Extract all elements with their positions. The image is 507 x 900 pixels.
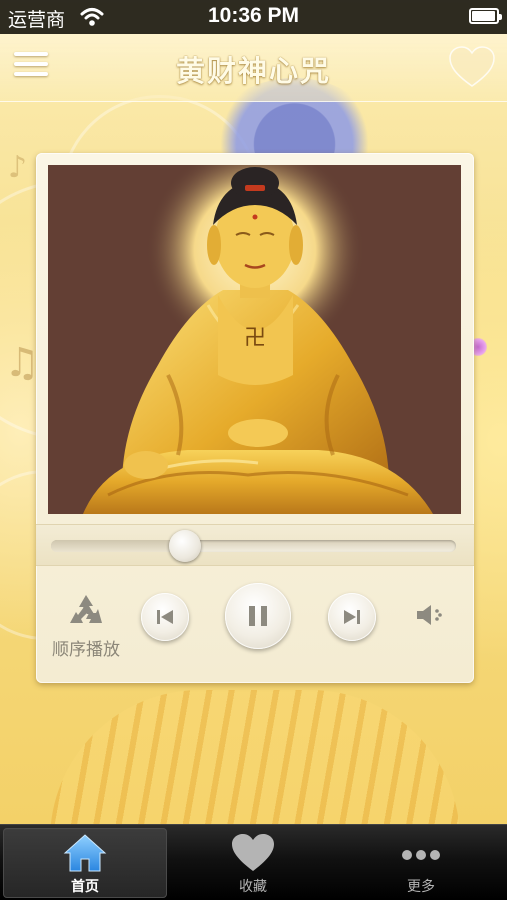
- heart-icon: [232, 834, 274, 871]
- battery-level: [472, 11, 495, 21]
- menu-icon-bar: [14, 52, 48, 56]
- navigation-bar: 黄财神心咒: [0, 34, 507, 102]
- tab-home[interactable]: 首页: [3, 828, 167, 898]
- tab-favorites[interactable]: 收藏: [171, 828, 335, 898]
- favorite-heart-button[interactable]: [447, 44, 497, 90]
- page-title: 黄财神心咒: [175, 54, 331, 88]
- battery-icon: [469, 8, 502, 24]
- background-robe: [50, 690, 460, 824]
- play-mode-button[interactable]: 顺序播放: [46, 593, 126, 663]
- pause-button[interactable]: [225, 583, 291, 649]
- speaker-icon[interactable]: [414, 601, 446, 629]
- progress-track[interactable]: [51, 530, 456, 562]
- progress-fill: [51, 540, 185, 552]
- progress-bar-area: [36, 524, 474, 566]
- tab-label: 更多: [407, 879, 435, 895]
- status-bar: 运营商 10:36 PM: [0, 0, 507, 34]
- recycle-icon: [70, 595, 102, 623]
- status-time: 10:36 PM: [207, 4, 300, 27]
- heart-icon: [449, 46, 495, 87]
- buddha-image: 卍: [48, 165, 461, 514]
- album-artwork: 卍: [48, 165, 461, 514]
- progress-slider-thumb[interactable]: [168, 530, 201, 562]
- player-card: 卍 顺序播放: [36, 153, 474, 683]
- tab-bar: 首页 收藏 更多: [0, 824, 507, 900]
- svg-text:卍: 卍: [244, 326, 266, 351]
- previous-button[interactable]: [141, 593, 189, 641]
- menu-button[interactable]: [14, 52, 48, 82]
- music-note-decoration: ♫: [4, 340, 40, 386]
- tab-more[interactable]: 更多: [339, 828, 503, 898]
- next-button[interactable]: [328, 593, 376, 641]
- skip-previous-icon: [157, 610, 173, 624]
- menu-icon-bar: [14, 62, 48, 66]
- pause-icon: [249, 606, 267, 626]
- more-dots-icon: [402, 850, 440, 860]
- tab-label: 首页: [71, 879, 99, 895]
- home-icon: [63, 834, 107, 872]
- skip-next-icon: [344, 610, 360, 624]
- tab-label: 收藏: [239, 879, 267, 895]
- music-note-decoration: ♪: [8, 150, 28, 185]
- play-mode-label: 顺序播放: [52, 640, 120, 660]
- menu-icon-bar: [14, 72, 48, 76]
